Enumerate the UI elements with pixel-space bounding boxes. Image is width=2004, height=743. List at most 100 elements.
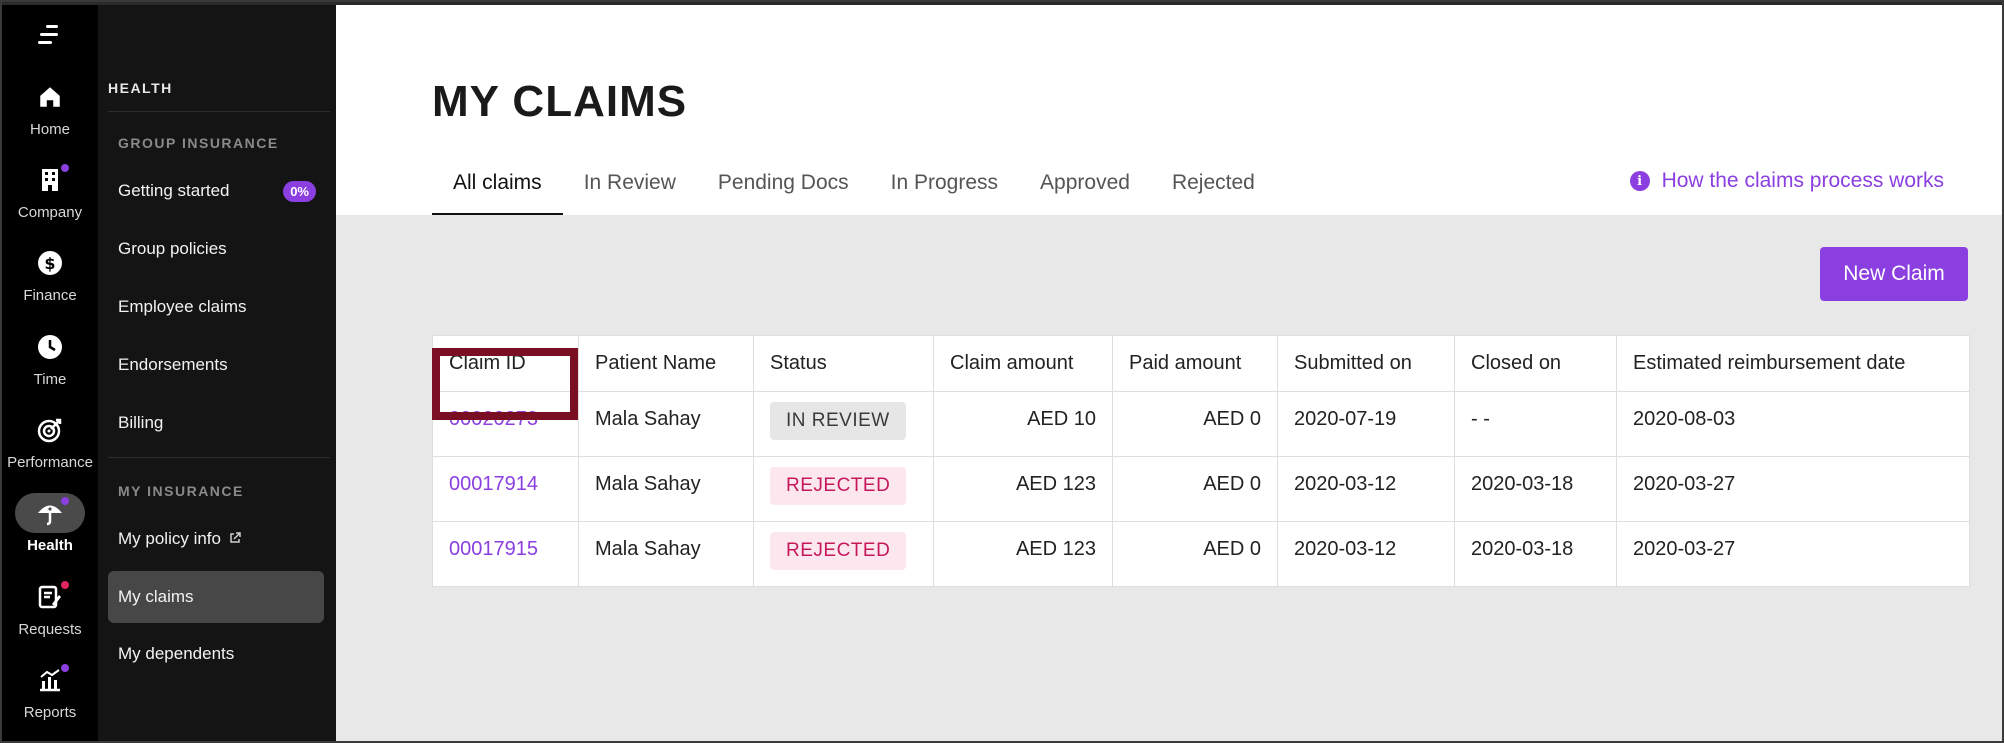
claims-process-help-link[interactable]: i How the claims process works: [1629, 169, 1944, 193]
paid-amount: AED 0: [1112, 521, 1278, 587]
column-header: Closed on: [1454, 335, 1617, 392]
sidebar-item-my-policy-info[interactable]: My policy info: [108, 513, 324, 565]
building-icon: [42, 169, 58, 191]
notification-dot: [61, 497, 69, 505]
column-header: Submitted on: [1277, 335, 1455, 392]
sidebar-title: HEALTH: [108, 80, 173, 96]
divider: [108, 457, 330, 458]
page-title: MY CLAIMS: [432, 77, 688, 126]
column-header: Status: [753, 335, 934, 392]
sidebar-item-label: My policy info: [118, 529, 221, 548]
sidebar-item-label: Billing: [118, 413, 164, 432]
estimated-reimbursement-date: 2020-03-27: [1616, 521, 1970, 587]
divider: [108, 111, 330, 112]
rail-label: Reports: [23, 704, 77, 721]
tab-all-claims[interactable]: All claims: [432, 167, 563, 217]
paid-amount: AED 0: [1112, 456, 1278, 522]
rail-label: Company: [17, 204, 83, 221]
column-header: Paid amount: [1112, 335, 1278, 392]
rail-label: Requests: [18, 621, 82, 638]
sidebar-item-billing[interactable]: Billing: [108, 397, 324, 449]
table-header-row: Claim ID Patient Name Status Claim amoun…: [432, 335, 1970, 392]
patient-name: Mala Sahay: [578, 456, 754, 522]
home-icon: [40, 87, 60, 107]
claim-id-link[interactable]: 00017914: [449, 473, 538, 495]
new-claim-button[interactable]: New Claim: [1820, 247, 1968, 301]
patient-name: Mala Sahay: [578, 391, 754, 457]
closed-on: 2020-03-18: [1454, 456, 1617, 522]
rail-label: Time: [33, 371, 67, 388]
sidebar-item-label: Getting started: [118, 181, 230, 200]
rail-item-reports[interactable]: Reports: [2, 660, 98, 741]
column-header: Patient Name: [578, 335, 754, 392]
estimated-reimbursement-date: 2020-08-03: [1616, 391, 1970, 457]
closed-on: 2020-03-18: [1454, 521, 1617, 587]
table-row[interactable]: 00017914 Mala Sahay REJECTED AED 123 AED…: [432, 456, 1970, 522]
umbrella-icon: [38, 505, 62, 526]
rail-item-time[interactable]: Time: [2, 327, 98, 411]
main-content: MY CLAIMS All claims In Review Pending D…: [336, 5, 2002, 741]
sidebar-item-group-policies[interactable]: Group policies: [108, 223, 324, 275]
column-header: Claim ID: [432, 335, 579, 392]
estimated-reimbursement-date: 2020-03-27: [1616, 456, 1970, 522]
status-badge: IN REVIEW: [770, 402, 906, 440]
sidebar-item-my-claims[interactable]: My claims: [108, 571, 324, 623]
target-icon: [37, 418, 62, 443]
rail-item-home[interactable]: Home: [2, 77, 98, 161]
notification-dot: [61, 664, 69, 672]
dollar-icon: $: [38, 251, 62, 275]
column-header: Claim amount: [933, 335, 1113, 392]
sidebar-item-label: My claims: [118, 587, 194, 606]
tab-pending-docs[interactable]: Pending Docs: [697, 167, 870, 217]
sidebar-item-getting-started[interactable]: Getting started 0%: [108, 165, 324, 217]
closed-on: - -: [1454, 391, 1617, 457]
menu-icon[interactable]: [36, 23, 66, 47]
info-icon: i: [1629, 171, 1650, 191]
rail-label: Finance: [23, 287, 77, 304]
rail-label: Home: [29, 121, 70, 138]
claim-amount: AED 10: [933, 391, 1113, 457]
rail-label: Performance: [7, 454, 93, 471]
submitted-on: 2020-03-12: [1277, 521, 1455, 587]
rail-item-company[interactable]: Company: [2, 160, 98, 244]
table-row[interactable]: 00020273 Mala Sahay IN REVIEW AED 10 AED…: [432, 391, 1970, 457]
tab-in-progress[interactable]: In Progress: [870, 167, 1019, 217]
notification-dot: [61, 581, 69, 589]
section-heading-my-insurance: MY INSURANCE: [118, 483, 244, 499]
app-window: Home Company $ Finance Time Performance …: [2, 2, 2002, 741]
claim-id-link[interactable]: 00020273: [449, 408, 538, 430]
rail-item-requests[interactable]: Requests: [2, 577, 98, 661]
rail-item-performance[interactable]: Performance: [2, 410, 98, 494]
sidebar-item-label: Endorsements: [118, 355, 228, 374]
submitted-on: 2020-03-12: [1277, 456, 1455, 522]
claim-id-link[interactable]: 00017915: [449, 538, 538, 560]
claim-amount: AED 123: [933, 521, 1113, 587]
sidebar-item-my-dependents[interactable]: My dependents: [108, 628, 324, 680]
patient-name: Mala Sahay: [578, 521, 754, 587]
progress-badge: 0%: [283, 180, 316, 202]
status-badge: REJECTED: [770, 532, 907, 570]
claim-amount: AED 123: [933, 456, 1113, 522]
claims-table: Claim ID Patient Name Status Claim amoun…: [432, 335, 1970, 587]
sidebar-item-label: Employee claims: [118, 297, 247, 316]
paid-amount: AED 0: [1112, 391, 1278, 457]
icon-rail: Home Company $ Finance Time Performance …: [2, 5, 98, 741]
tab-rejected[interactable]: Rejected: [1151, 167, 1276, 217]
tab-approved[interactable]: Approved: [1019, 167, 1151, 217]
table-row[interactable]: 00017915 Mala Sahay REJECTED AED 123 AED…: [432, 521, 1970, 587]
rail-item-health[interactable]: Health: [2, 493, 98, 577]
sidebar-item-employee-claims[interactable]: Employee claims: [108, 281, 324, 333]
help-link-label: How the claims process works: [1661, 169, 1944, 192]
tab-in-review[interactable]: In Review: [563, 167, 697, 217]
sidebar-item-label: My dependents: [118, 644, 235, 663]
svg-text:$: $: [44, 254, 55, 273]
external-link-icon: [229, 531, 241, 547]
clock-icon: [38, 335, 62, 359]
column-header: Estimated reimbursement date: [1616, 335, 1970, 392]
sidebar-item-endorsements[interactable]: Endorsements: [108, 339, 324, 391]
notification-dot: [61, 164, 69, 172]
chart-icon: [40, 669, 60, 692]
section-heading-group-insurance: GROUP INSURANCE: [118, 135, 279, 151]
rail-item-finance[interactable]: $ Finance: [2, 243, 98, 327]
requests-icon: [38, 585, 61, 609]
